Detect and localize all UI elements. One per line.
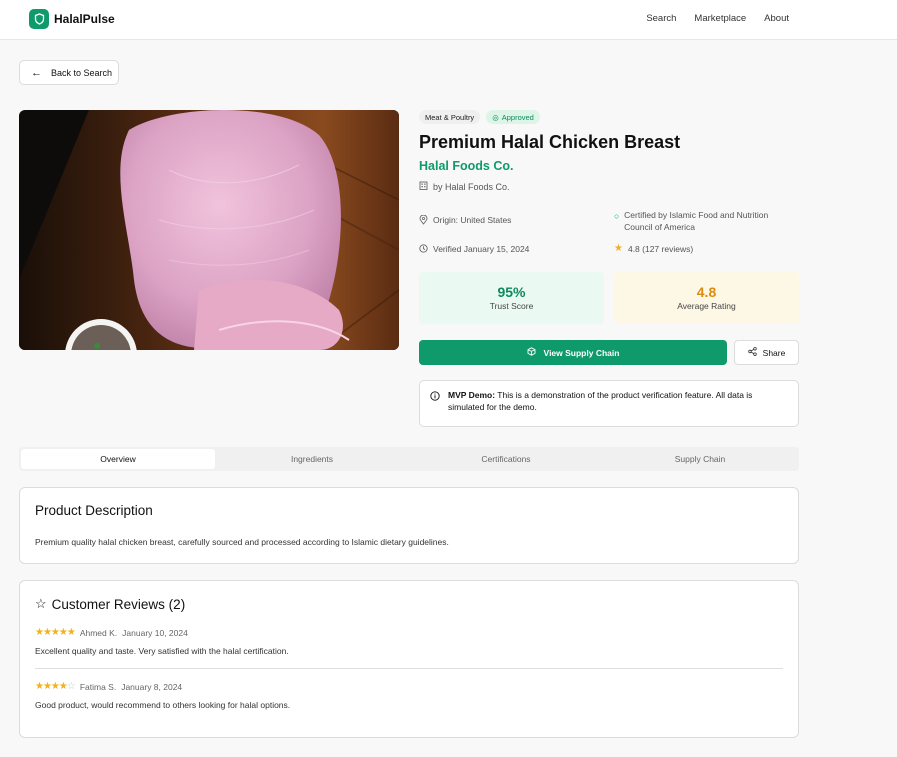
clock-icon (419, 244, 428, 257)
product-image (19, 110, 399, 350)
share-label: Share (762, 347, 786, 358)
review-stars: ★★★★☆ (35, 681, 76, 692)
view-supply-chain-button[interactable]: View Supply Chain (419, 340, 727, 365)
top-navbar: HalalPulse Search Marketplace About (0, 0, 897, 40)
tab-ingredients[interactable]: Ingredients (215, 449, 409, 469)
brand-name[interactable]: Halal Foods Co. (419, 159, 799, 173)
origin-row: Origin: United States (419, 214, 512, 229)
verified-text: Verified January 15, 2024 (433, 244, 530, 254)
review-meta: ★★★★★ Ahmed K. January 10, 2024 (35, 627, 188, 638)
product-title: Premium Halal Chicken Breast (419, 132, 681, 152)
logo[interactable]: HalalPulse (29, 9, 115, 29)
byline-text: by Halal Foods Co. (433, 181, 510, 192)
product-description-card: Product Description Premium quality hala… (19, 487, 799, 564)
certified-circle-icon: ○ (614, 211, 620, 221)
shield-logo-icon (29, 9, 49, 29)
status-badge: ◎ Approved (486, 110, 540, 124)
check-circle-icon: ◎ (492, 112, 499, 122)
cube-icon (527, 347, 536, 358)
description-title: Product Description (35, 503, 153, 518)
view-supply-chain-label: View Supply Chain (543, 347, 620, 358)
rating-text: 4.8 (127 reviews) (627, 244, 694, 254)
verified-row: Verified January 15, 2024 (419, 244, 529, 257)
description-text: Premium quality halal chicken breast, ca… (35, 537, 449, 547)
reviews-header: ☆ Customer Reviews (2) (35, 596, 185, 612)
rating-row: ★ 4.8 (127 reviews) (614, 244, 693, 256)
mvp-demo-notice: MVP Demo: This is a demonstration of the… (419, 380, 799, 427)
review-text: Good product, would recommend to others … (35, 700, 291, 710)
trust-score-card: 95% Trust Score (419, 272, 604, 324)
certified-row: ○ Certified by Islamic Food and Nutritio… (614, 210, 794, 234)
nav-link-about[interactable]: About (764, 13, 789, 24)
app-name: HalalPulse (54, 12, 115, 26)
review-author: Fatima S. (79, 681, 117, 692)
byline: by Halal Foods Co. (419, 181, 799, 192)
tab-supply-chain[interactable]: Supply Chain (603, 449, 797, 469)
arrow-left-icon: ← (31, 66, 42, 79)
average-rating-card: 4.8 Average Rating (614, 272, 799, 324)
origin-text: Origin: United States (433, 215, 512, 225)
info-icon (430, 391, 440, 404)
notice-title: MVP Demo: (448, 390, 496, 400)
back-to-search-button[interactable]: ← Back to Search (19, 60, 119, 85)
average-rating-value: 4.8 (696, 284, 717, 300)
review-date: January 8, 2024 (121, 681, 183, 692)
certified-text: Certified by Islamic Food and Nutrition … (624, 210, 769, 232)
review-divider (35, 668, 783, 669)
category-badge: Meat & Poultry (419, 110, 481, 124)
tab-certifications[interactable]: Certifications (409, 449, 603, 469)
review-date: January 10, 2024 (122, 627, 188, 638)
share-icon (747, 347, 757, 358)
review-meta: ★★★★☆ Fatima S. January 8, 2024 (35, 681, 182, 692)
review-text: Excellent quality and taste. Very satisf… (35, 646, 289, 656)
customer-reviews-card: ☆ Customer Reviews (2) ★★★★★ Ahmed K. Ja… (19, 580, 799, 738)
status-badge-label: Approved (501, 112, 534, 122)
review-author: Ahmed K. (79, 627, 118, 638)
star-icon: ★ (614, 243, 623, 254)
trust-score-value: 95% (497, 284, 526, 300)
reviews-title: Customer Reviews (2) (51, 596, 186, 612)
review-stars: ★★★★★ (35, 627, 76, 638)
tab-overview[interactable]: Overview (21, 449, 215, 469)
average-rating-label: Average Rating (677, 301, 736, 311)
building-icon (419, 181, 428, 192)
product-tabs: Overview Ingredients Certifications Supp… (19, 447, 799, 471)
nav-link-search[interactable]: Search (646, 13, 676, 24)
trust-score-label: Trust Score (489, 301, 534, 311)
share-button[interactable]: Share (734, 340, 799, 365)
map-pin-icon (419, 214, 428, 229)
back-button-label: Back to Search (51, 67, 113, 78)
product-info: Meat & Poultry ◎ Approved Premium Halal … (419, 110, 799, 427)
star-outline-icon: ☆ (35, 596, 47, 611)
nav-link-marketplace[interactable]: Marketplace (694, 13, 746, 24)
